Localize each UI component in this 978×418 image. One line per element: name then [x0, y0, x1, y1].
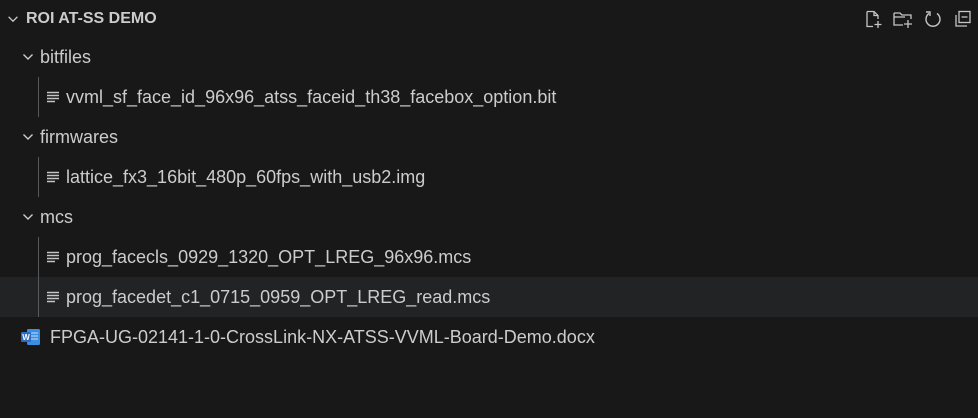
- workspace-title: ROI AT-SS DEMO: [26, 9, 157, 27]
- file-name: prog_facedet_c1_0715_0959_OPT_LREG_read.…: [66, 287, 491, 307]
- file-name: vvml_sf_face_id_96x96_atss_faceid_th38_f…: [66, 87, 557, 107]
- refresh-icon[interactable]: [918, 0, 948, 37]
- text-file-icon: [46, 77, 66, 117]
- indent-guide: [38, 77, 39, 117]
- chevron-down-icon[interactable]: [16, 37, 40, 77]
- new-folder-icon[interactable]: [888, 0, 918, 37]
- file-name: lattice_fx3_16bit_480p_60fps_with_usb2.i…: [66, 167, 426, 187]
- explorer-section-header[interactable]: ROI AT-SS DEMO: [0, 0, 978, 37]
- chevron-down-icon[interactable]: [16, 197, 40, 237]
- tree-folder-mcs[interactable]: mcs: [0, 197, 978, 237]
- explorer-panel: ROI AT-SS DEMO bitfiles vvml_sf_face_id_…: [0, 0, 978, 418]
- svg-text:W: W: [22, 333, 30, 342]
- folder-name: firmwares: [40, 127, 119, 147]
- folder-name: mcs: [40, 207, 73, 227]
- file-tree: bitfiles vvml_sf_face_id_96x96_atss_face…: [0, 37, 978, 357]
- tree-file[interactable]: prog_facedet_c1_0715_0959_OPT_LREG_read.…: [0, 277, 978, 317]
- new-file-icon[interactable]: [858, 0, 888, 37]
- tree-file[interactable]: lattice_fx3_16bit_480p_60fps_with_usb2.i…: [0, 157, 978, 197]
- tree-file-root[interactable]: W FPGA-UG-02141-1-0-CrossLink-NX-ATSS-VV…: [0, 317, 978, 357]
- tree-folder-firmwares[interactable]: firmwares: [0, 117, 978, 157]
- tree-file[interactable]: vvml_sf_face_id_96x96_atss_faceid_th38_f…: [0, 77, 978, 117]
- text-file-icon: [46, 277, 66, 317]
- tree-folder-bitfiles[interactable]: bitfiles: [0, 37, 978, 77]
- folder-name: bitfiles: [40, 47, 92, 67]
- indent-guide: [38, 277, 39, 317]
- file-name: prog_facecls_0929_1320_OPT_LREG_96x96.mc…: [66, 247, 472, 267]
- chevron-down-icon[interactable]: [16, 117, 40, 157]
- word-doc-icon: W: [20, 317, 50, 357]
- indent-guide: [38, 237, 39, 277]
- text-file-icon: [46, 237, 66, 277]
- tree-file[interactable]: prog_facecls_0929_1320_OPT_LREG_96x96.mc…: [0, 237, 978, 277]
- chevron-down-icon[interactable]: [0, 0, 26, 37]
- text-file-icon: [46, 157, 66, 197]
- header-actions: [858, 0, 978, 37]
- collapse-all-icon[interactable]: [948, 0, 978, 37]
- indent-guide: [38, 157, 39, 197]
- file-name: FPGA-UG-02141-1-0-CrossLink-NX-ATSS-VVML…: [50, 327, 595, 347]
